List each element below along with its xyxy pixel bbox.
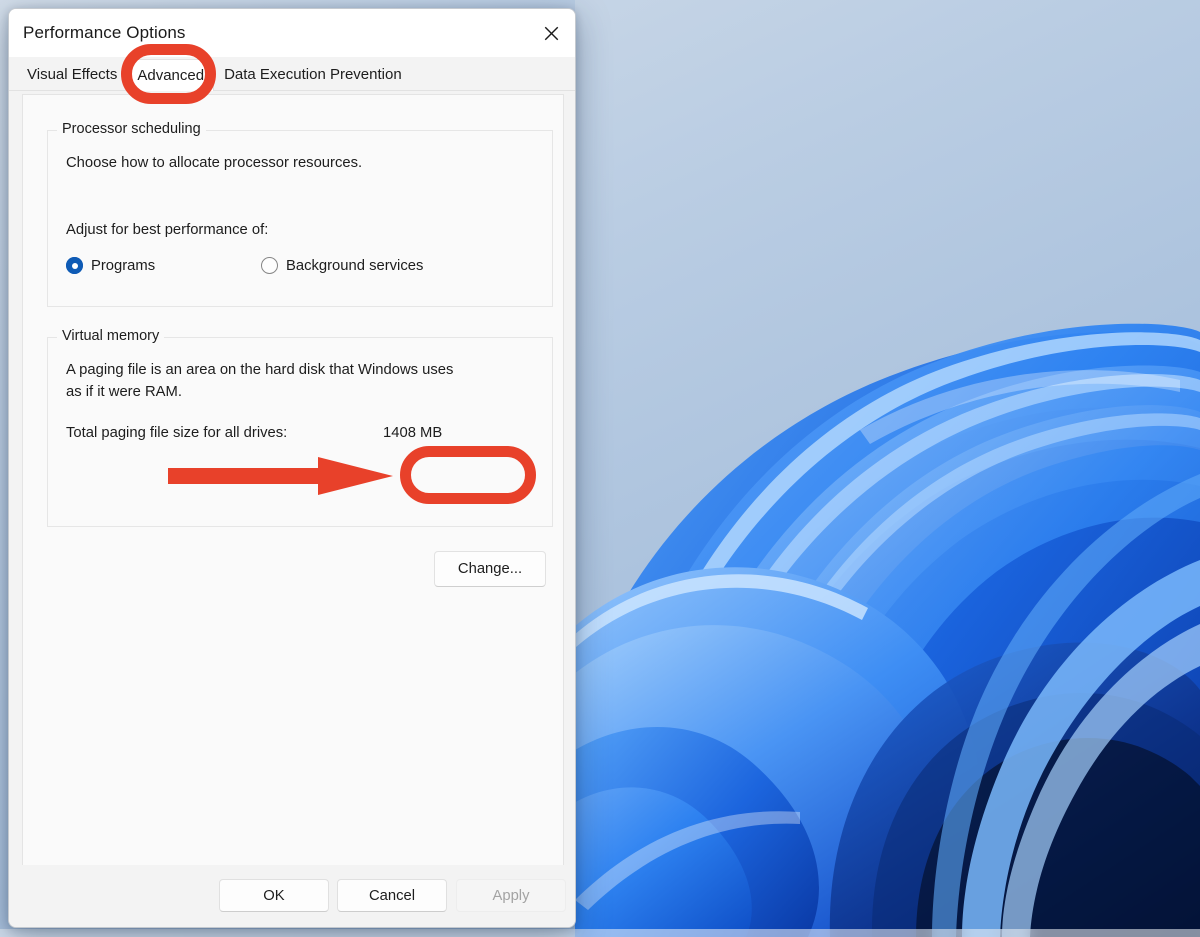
cancel-button[interactable]: Cancel <box>337 879 447 912</box>
tab-advanced[interactable]: Advanced <box>127 59 215 91</box>
change-button[interactable]: Change... <box>434 551 546 587</box>
apply-button: Apply <box>456 879 566 912</box>
advanced-tab-panel: Processor scheduling Choose how to alloc… <box>22 94 564 883</box>
radio-background-services-indicator <box>261 257 278 274</box>
processor-scheduling-group: Processor scheduling Choose how to alloc… <box>47 121 553 307</box>
virtual-memory-legend: Virtual memory <box>57 328 165 344</box>
close-icon <box>544 26 559 40</box>
processor-scheduling-description: Choose how to allocate processor resourc… <box>66 155 363 171</box>
total-paging-file-size-label: Total paging file size for all drives: <box>66 425 288 441</box>
title-bar: Performance Options <box>9 9 575 57</box>
performance-options-dialog: Performance Options Visual Effects Advan… <box>8 8 576 928</box>
processor-scheduling-legend: Processor scheduling <box>57 121 206 137</box>
tab-visual-effects[interactable]: Visual Effects <box>17 58 127 90</box>
window-title: Performance Options <box>23 23 186 42</box>
virtual-memory-group: Virtual memory A paging file is an area … <box>47 328 553 527</box>
close-button[interactable] <box>528 9 575 57</box>
radio-background-services-label: Background services <box>286 257 424 274</box>
radio-programs-indicator <box>66 257 83 274</box>
radio-background-services[interactable]: Background services <box>261 257 423 274</box>
virtual-memory-description-line1: A paging file is an area on the hard dis… <box>66 362 454 378</box>
virtual-memory-description-line2: as if it were RAM. <box>66 384 182 400</box>
radio-programs-label: Programs <box>91 257 156 274</box>
taskbar[interactable] <box>0 929 1200 937</box>
tab-strip: Visual Effects Advanced Data Execution P… <box>9 57 575 91</box>
ok-button[interactable]: OK <box>219 879 329 912</box>
radio-programs[interactable]: Programs <box>66 257 155 274</box>
processor-scheduling-prompt: Adjust for best performance of: <box>66 222 269 238</box>
total-paging-file-size-value: 1408 MB <box>383 425 443 441</box>
desktop: Performance Options Visual Effects Advan… <box>0 0 1200 937</box>
dialog-footer: OK Cancel Apply <box>9 865 575 927</box>
tab-data-execution-prevention[interactable]: Data Execution Prevention <box>214 58 412 90</box>
